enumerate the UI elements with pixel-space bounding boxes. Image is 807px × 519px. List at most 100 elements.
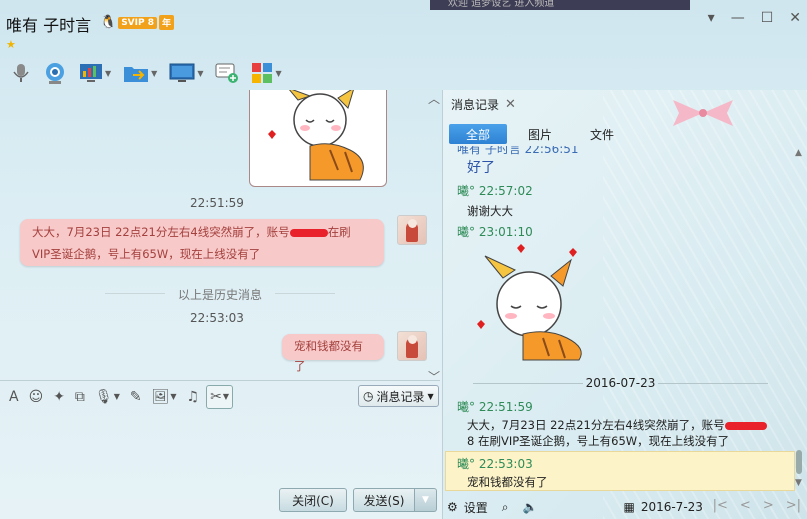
emoji-button[interactable]: ☺ [26, 385, 47, 409]
date-field[interactable]: 2016-7-23 [641, 500, 703, 514]
tab-all[interactable]: 全部 [449, 124, 507, 144]
shake-button[interactable]: ⧉ [72, 385, 88, 409]
action-buttons: 关闭(C) 发送(S) ▼ [279, 488, 437, 512]
first-page-icon[interactable]: |< [713, 498, 728, 513]
title-bar: 唯有 子时言 🐧 SVIP 8 年 ★ 欢迎 追梦设艺 进入频道 ▾ — ☐ ✕ [0, 0, 807, 58]
image-icon: 🖼 [151, 388, 170, 405]
scissors-icon: ✂ [210, 388, 222, 405]
apps-icon [252, 63, 273, 83]
search-icon[interactable]: ⌕ [502, 500, 509, 515]
prev-page-icon[interactable]: < [740, 498, 751, 513]
minimize-icon[interactable]: — [731, 10, 745, 26]
message-header: 曦° 22:53:03 [457, 457, 533, 471]
message-bubble: 宠和钱都没有了 [282, 334, 384, 373]
send-message-button[interactable] [210, 59, 244, 87]
avatar[interactable] [397, 215, 427, 245]
scroll-up-icon[interactable]: ▲ [795, 148, 802, 158]
font-button[interactable]: A [6, 385, 22, 409]
redacted-mark [724, 421, 767, 430]
message-timestamp: 22:53:03 [190, 311, 244, 325]
avatar[interactable] [397, 331, 427, 361]
close-tab-icon[interactable]: ✕ [505, 97, 516, 112]
next-page-icon[interactable]: > [763, 498, 774, 513]
vip-badge: 🐧 SVIP 8 年 [100, 15, 174, 30]
menu-dropdown-icon[interactable]: ▾ [708, 10, 715, 26]
music-button[interactable]: ♫ [184, 385, 203, 409]
edit-icon: ✎ [129, 388, 142, 405]
vip-tag: SVIP 8 [118, 16, 157, 29]
voice-call-button[interactable] [6, 59, 36, 87]
send-options-dropdown[interactable]: ▼ [415, 488, 437, 512]
send-message-icon [215, 63, 239, 83]
message-bubble: 大大，7月23日 22点21分左右4线突然崩了，账号 在刷 VIP圣诞企鹅，号上有… [20, 219, 384, 266]
message-header: 曦° 23:01:10 [457, 225, 533, 239]
top-toolbar: ▼ ▼ ▼ ▼ [0, 56, 440, 90]
contact-name: 唯有 子时言 [6, 16, 92, 35]
remote-desktop-button[interactable]: ▼ [164, 59, 208, 87]
penguin-icon: 🐧 [100, 15, 117, 30]
top-banner: 欢迎 追梦设艺 进入频道 [430, 0, 690, 10]
redacted-mark [289, 228, 328, 237]
message-header: 唯有 子时言 22:56:51 [457, 146, 579, 156]
tab-message-history[interactable]: 消息记录 ✕ [451, 96, 516, 113]
shake-icon: ⧉ [74, 388, 85, 405]
date-divider: 2016-07-23 [443, 376, 798, 390]
message-history-panel: 消息记录 ✕ 全部 图片 文件 唯有 子时言 22:56:51 好了 曦° 22… [442, 90, 807, 519]
scroll-down-icon[interactable]: ▼ [795, 478, 802, 488]
star-icon: ★ [6, 38, 16, 51]
cat-sticker-icon [477, 244, 582, 361]
clock-icon: ◷ [363, 389, 374, 403]
apps-button[interactable]: ▼ [246, 59, 286, 87]
chat-area: ︿ 22:51:59 大大，7月23日 22点21分左右4线突然崩了，账号 在刷 … [0, 90, 440, 384]
video-camera-icon [46, 63, 64, 84]
message-text: 宠和钱都没有了 [467, 475, 548, 489]
tab-images[interactable]: 图片 [511, 124, 569, 144]
scroll-thumb[interactable] [796, 450, 802, 474]
message-text: 谢谢大大 [467, 204, 513, 218]
screenshot-button[interactable]: ✂ ▼ [206, 384, 233, 409]
chevron-down-icon: ▼ [427, 391, 434, 401]
history-message-list: 唯有 子时言 22:56:51 好了 曦° 22:57:02 谢谢大大 曦° 2… [443, 146, 798, 486]
voice-button[interactable]: 🎙 ▼ [92, 385, 123, 409]
message-text: 好了 [467, 160, 495, 176]
gear-icon[interactable]: ⚙ [447, 500, 458, 514]
history-scrollbar[interactable]: ▲ ▼ [793, 148, 805, 488]
history-filter-tabs: 全部 图片 文件 [449, 124, 631, 144]
message-header: 曦° 22:57:02 [457, 184, 533, 198]
collapse-up-icon[interactable]: ︿ [428, 90, 440, 107]
send-button[interactable]: 发送(S) [353, 488, 415, 512]
magic-icon: ✦ [53, 388, 65, 405]
last-page-icon[interactable]: >| [786, 498, 801, 513]
font-icon: A [9, 388, 19, 405]
message-timestamp: 22:51:59 [190, 196, 244, 210]
close-icon[interactable]: ✕ [789, 10, 801, 26]
speaker-icon[interactable]: 🔈 [523, 500, 538, 514]
remote-desktop-icon [169, 63, 195, 82]
close-button[interactable]: 关闭(C) [279, 488, 347, 512]
emoji-icon: ☺ [28, 388, 44, 405]
tab-files[interactable]: 文件 [573, 124, 631, 144]
message-text: 大大，7月23日 22点21分左右4线突然崩了，账号 8 在刷VIP圣诞企鹅，号… [467, 417, 797, 449]
microphone-icon [13, 64, 29, 82]
edit-button[interactable]: ✎ [127, 385, 145, 409]
magic-button[interactable]: ✦ [50, 385, 68, 409]
calendar-icon[interactable]: ▦ [623, 500, 634, 514]
voice-icon: 🎙 [94, 388, 113, 405]
file-transfer-icon [124, 67, 149, 82]
message-history-button[interactable]: ◷ 消息记录 ▼ [358, 385, 439, 407]
window-controls: ▾ — ☐ ✕ [708, 10, 801, 26]
music-icon: ♫ [186, 388, 200, 405]
sticker-image [249, 90, 387, 187]
cat-sticker-icon [268, 90, 364, 181]
history-divider: 以上是历史消息 [105, 286, 335, 303]
image-button[interactable]: 🖼 ▼ [149, 385, 180, 409]
message-input[interactable] [0, 413, 440, 483]
message-header: 曦° 22:51:59 [457, 400, 533, 414]
maximize-icon[interactable]: ☐ [761, 10, 774, 26]
video-call-button[interactable] [38, 59, 72, 87]
selected-message-row[interactable]: 曦° 22:53:03 宠和钱都没有了 [445, 451, 795, 491]
screen-share-button[interactable]: ▼ [74, 59, 116, 87]
file-transfer-button[interactable]: ▼ [118, 59, 162, 87]
settings-button[interactable]: 设置 [464, 499, 488, 516]
history-pager: |< < > >| [713, 498, 801, 513]
